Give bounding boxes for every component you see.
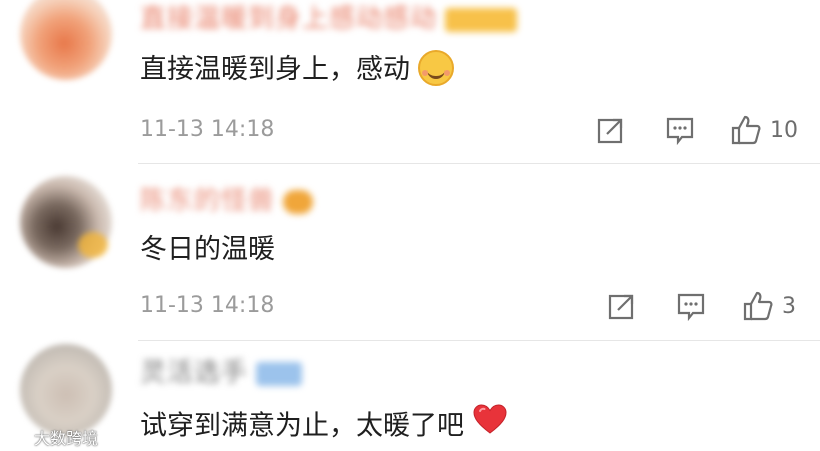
share-button[interactable] [596, 112, 626, 148]
comment-button[interactable] [676, 288, 706, 324]
like-count: 3 [782, 293, 796, 319]
comment-icon [677, 293, 705, 321]
smile-icon [418, 49, 454, 86]
user-badge [445, 7, 518, 32]
divider [138, 163, 820, 164]
avatar[interactable] [20, 344, 112, 436]
comment-text: 试穿到满意为止，太暖了吧 [140, 403, 508, 448]
user-badge [256, 361, 303, 386]
username-blurred[interactable]: 直接温暖到身上感动感动 [140, 4, 518, 34]
like-count: 10 [770, 117, 798, 143]
user-badge [283, 189, 314, 214]
thumbs-up-icon [743, 291, 773, 321]
comment-text: 冬日的温暖 [140, 234, 275, 265]
heart-icon [472, 403, 508, 445]
comment-icon [666, 117, 694, 145]
share-icon [608, 294, 634, 320]
thumbs-up-icon [731, 115, 761, 145]
username-blurred[interactable]: 陈东的怪兽 [140, 186, 314, 216]
avatar[interactable] [20, 176, 112, 268]
share-icon [597, 118, 623, 144]
watermark: 大数跨境 [6, 425, 98, 449]
watermark-logo-icon [7, 430, 29, 444]
comment-text: 直接温暖到身上，感动 [140, 49, 454, 89]
comment-time: 11-13 14:18 [140, 117, 275, 142]
avatar[interactable] [20, 0, 112, 80]
username-blurred[interactable]: 灵活选手 [140, 358, 303, 388]
share-button[interactable] [607, 288, 637, 324]
comment-button[interactable] [665, 112, 695, 148]
like-button[interactable]: 3 [742, 288, 796, 324]
divider [138, 340, 820, 341]
like-button[interactable]: 10 [730, 112, 798, 148]
comment-time: 11-13 14:18 [140, 293, 275, 318]
